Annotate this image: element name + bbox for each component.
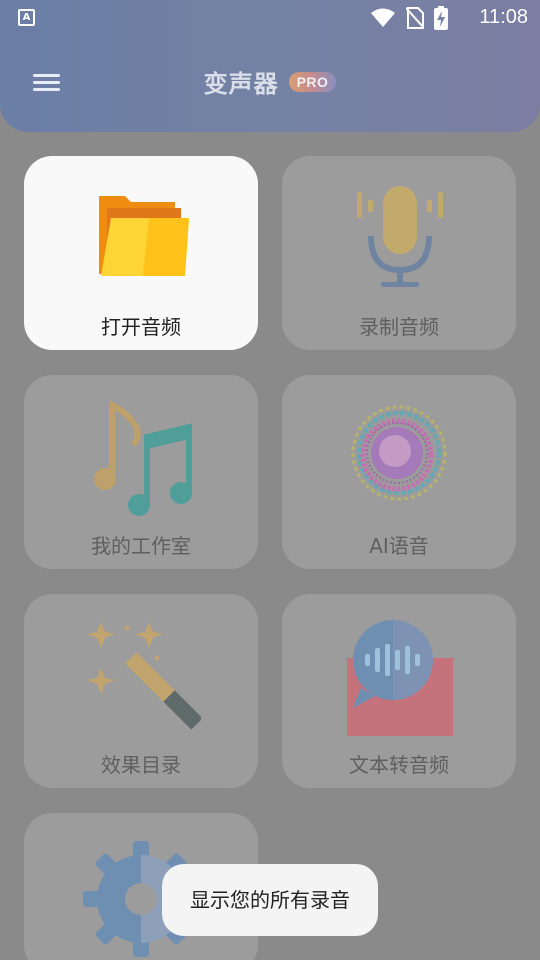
tile-label: 录制音频: [359, 315, 439, 339]
app-title: 变声器: [203, 70, 279, 98]
app-bar: A 11:08 变声器 PRO: [0, 0, 540, 132]
tile-effect-catalog[interactable]: 效果目录: [24, 594, 258, 788]
tile-label: 我的工作室: [91, 534, 191, 558]
tile-text-to-audio[interactable]: 文本转音频: [282, 594, 516, 788]
tile-label: AI语音: [369, 534, 429, 558]
toast-message: 显示您的所有录音: [162, 864, 378, 936]
wifi-icon: [371, 8, 395, 27]
ai-voice-icon: [351, 405, 447, 501]
tile-record-audio[interactable]: 录制音频: [282, 156, 516, 350]
tile-my-studio[interactable]: 我的工作室: [24, 375, 258, 569]
tile-open-audio[interactable]: 打开音频: [24, 156, 258, 350]
status-icons: [370, 6, 448, 30]
tile-ai-voice[interactable]: AI语音: [282, 375, 516, 569]
microphone-icon: [357, 186, 443, 287]
text-to-speech-icon: [347, 620, 453, 736]
folder-icon: [99, 196, 189, 276]
battery-charging-icon: [434, 6, 448, 30]
title-bar: 变声器 PRO: [0, 64, 540, 99]
status-bar: A 11:08: [0, 0, 540, 36]
no-sim-icon: [406, 7, 424, 29]
music-notes-icon: [94, 400, 192, 516]
tile-label: 效果目录: [101, 753, 181, 777]
status-time: 11:08: [479, 6, 528, 28]
a-icon: A: [18, 9, 35, 26]
magic-wand-icon: [87, 622, 201, 730]
tile-label: 文本转音频: [349, 753, 449, 777]
tile-label: 打开音频: [101, 315, 181, 339]
pro-badge[interactable]: PRO: [288, 71, 337, 92]
